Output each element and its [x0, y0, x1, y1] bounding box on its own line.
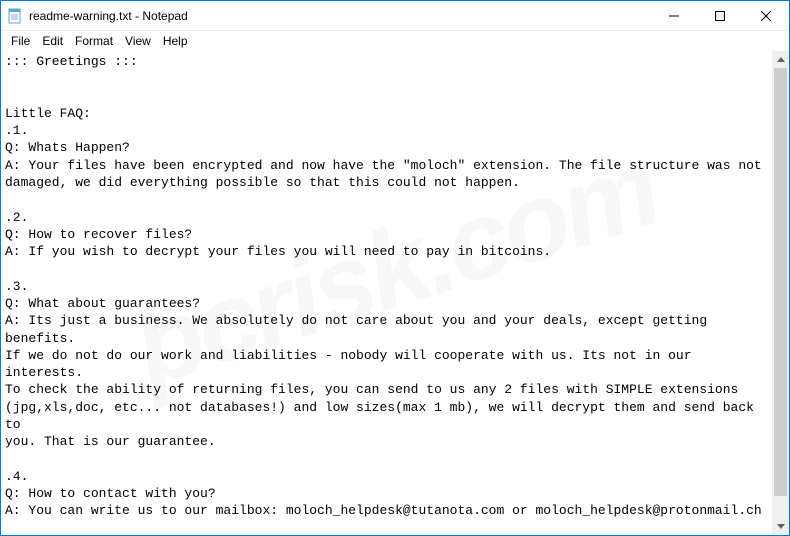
text-editor[interactable]: ::: Greetings ::: Little FAQ: .1. Q: Wha… — [1, 51, 772, 535]
scroll-thumb[interactable] — [774, 68, 787, 496]
maximize-icon — [715, 11, 725, 21]
menubar: File Edit Format View Help — [1, 31, 789, 51]
menu-file[interactable]: File — [5, 33, 36, 49]
menu-help[interactable]: Help — [157, 33, 194, 49]
scroll-track[interactable] — [772, 68, 789, 518]
window-controls — [651, 1, 789, 30]
close-button[interactable] — [743, 1, 789, 30]
menu-view[interactable]: View — [119, 33, 157, 49]
scroll-down-arrow[interactable] — [772, 518, 789, 535]
notepad-window: readme-warning.txt - Notepad File Edit F… — [0, 0, 790, 536]
content-area: ::: Greetings ::: Little FAQ: .1. Q: Wha… — [1, 51, 789, 535]
close-icon — [761, 11, 771, 21]
vertical-scrollbar[interactable] — [772, 51, 789, 535]
notepad-icon — [7, 8, 23, 24]
chevron-down-icon — [777, 524, 785, 529]
menu-edit[interactable]: Edit — [36, 33, 69, 49]
window-title: readme-warning.txt - Notepad — [29, 9, 651, 23]
menu-format[interactable]: Format — [69, 33, 119, 49]
chevron-up-icon — [777, 57, 785, 62]
minimize-icon — [669, 11, 679, 21]
scroll-up-arrow[interactable] — [772, 51, 789, 68]
titlebar[interactable]: readme-warning.txt - Notepad — [1, 1, 789, 31]
minimize-button[interactable] — [651, 1, 697, 30]
maximize-button[interactable] — [697, 1, 743, 30]
